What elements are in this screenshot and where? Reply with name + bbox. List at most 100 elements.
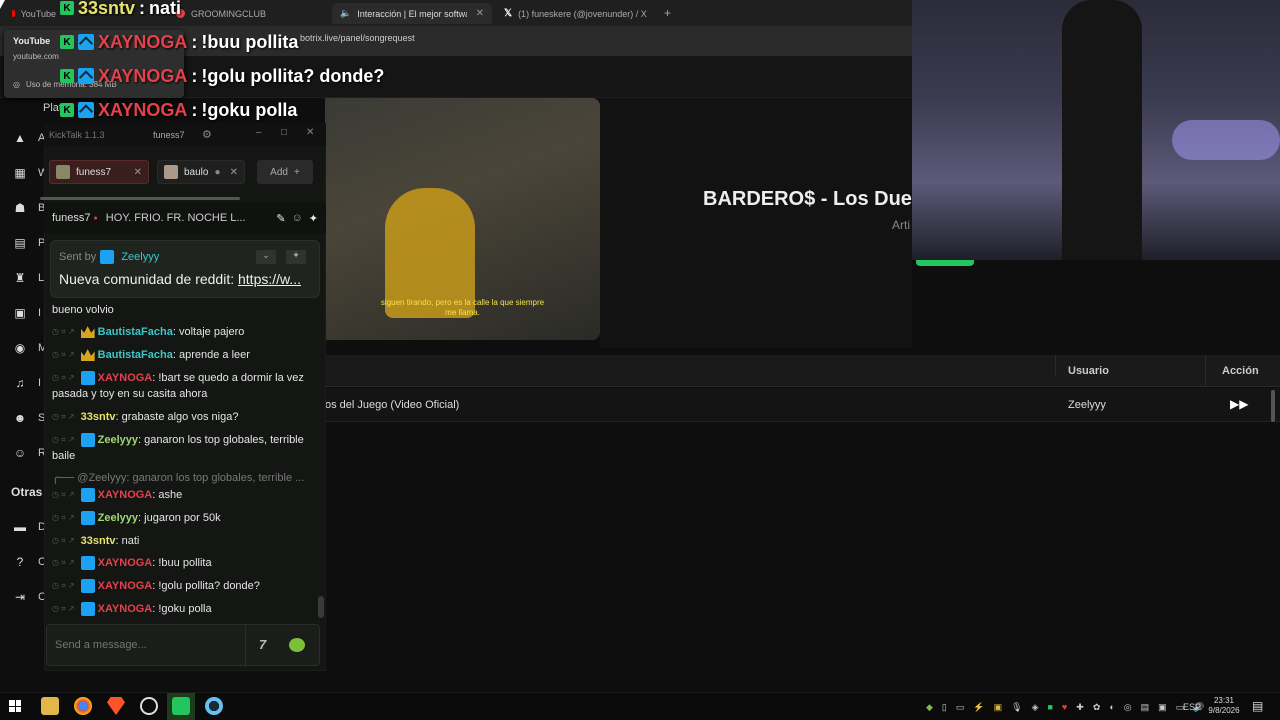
tray-icon[interactable]: ▤ xyxy=(1141,702,1150,713)
clock-date: 9/8/2026 xyxy=(1208,706,1240,715)
url-field[interactable]: botrix.live/panel/songrequest xyxy=(300,33,415,43)
tray-icon[interactable]: ✿ xyxy=(1093,702,1101,713)
emoji-picker-icon[interactable] xyxy=(289,638,305,652)
live-dot-icon: ● xyxy=(214,166,221,178)
message-actions[interactable]: ◷ ⌗ ↗ xyxy=(52,533,75,549)
tray-icon[interactable]: ⚡ xyxy=(973,702,984,713)
song-title: BARDERO$ - Los Dueñ xyxy=(703,188,912,210)
message-user[interactable]: XAYNOGA xyxy=(98,489,153,501)
message-user[interactable]: Zeelyyy xyxy=(98,512,138,524)
chat-message-input[interactable] xyxy=(55,635,235,655)
info-icon: ▣ xyxy=(14,306,26,320)
message-user[interactable]: BautistaFacha xyxy=(98,349,173,361)
pushpin-icon[interactable]: ✦ xyxy=(309,212,318,225)
message-user[interactable]: Zeelyyy xyxy=(98,434,138,446)
tab-groomingclub[interactable]: GROOMINGCLUB xyxy=(168,3,328,24)
tray-icon[interactable]: ▣ xyxy=(994,702,1003,713)
tray-icon[interactable]: ◎ xyxy=(1124,702,1132,713)
overlay-chat-line: K 33sntv: nati xyxy=(60,0,181,22)
webcam-light xyxy=(1172,120,1280,160)
message-user[interactable]: XAYNOGA xyxy=(98,557,153,569)
gamepad-icon: ◉ xyxy=(14,341,26,355)
kicktalk-icon[interactable] xyxy=(172,697,190,715)
settings-gear-icon[interactable]: ⚙ xyxy=(202,128,212,141)
obs-icon[interactable] xyxy=(140,697,158,715)
tab-youtube[interactable]: YouTube xyxy=(4,3,64,24)
video-player[interactable]: siguen tirando, pero es la calle la que … xyxy=(325,98,600,340)
bot-badge-icon xyxy=(78,34,94,50)
message-actions[interactable]: ◷ ⌗ ↗ xyxy=(52,487,75,503)
pinned-message: Sent by Zeelyyy ⌄ ✦ Nueva comunidad de r… xyxy=(50,240,320,298)
tray-icon[interactable]: ▯ xyxy=(942,702,947,713)
close-tab-icon[interactable]: ✕ xyxy=(134,167,142,178)
language-indicator[interactable]: ESP xyxy=(1183,702,1201,712)
tray-icon[interactable]: 🎙 xyxy=(1011,702,1022,713)
close-tab-icon[interactable]: ✕ xyxy=(476,8,484,19)
tab-scrollbar[interactable] xyxy=(40,197,240,200)
add-chat-button[interactable]: Add + xyxy=(257,160,313,184)
new-tab-button[interactable]: + xyxy=(664,6,671,20)
subtitle-line: siguen tirando, pero es la calle la que … xyxy=(380,298,545,307)
bot-badge-icon xyxy=(80,371,95,386)
message-user[interactable]: BautistaFacha xyxy=(98,326,173,338)
maximize-icon[interactable]: □ xyxy=(281,127,287,138)
chat-tab-baulo[interactable]: baulo ● ✕ xyxy=(157,160,245,184)
message-user[interactable]: XAYNOGA xyxy=(98,580,153,592)
close-tab-icon[interactable]: ✕ xyxy=(230,167,238,178)
minimize-icon[interactable]: – xyxy=(256,127,262,138)
tray-icon[interactable]: ■ xyxy=(1047,702,1052,713)
message-actions[interactable]: ◷ ⌗ ↗ xyxy=(52,601,75,617)
message-actions[interactable]: ◷ ⌗ ↗ xyxy=(52,432,75,448)
message-actions[interactable]: ◷ ⌗ ↗ xyxy=(52,347,75,363)
table-scrollbar[interactable] xyxy=(1271,390,1275,422)
pinned-link[interactable]: https://w... xyxy=(238,271,301,287)
reply-preview[interactable]: ╭── @Zeelyyy: ganaron los top globales, … xyxy=(52,470,316,486)
pin-icon[interactable]: ✎ xyxy=(276,212,285,225)
close-window-icon[interactable]: ✕ xyxy=(306,127,314,138)
reply-text: @Zeelyyy: ganaron los top globales, terr… xyxy=(77,472,305,484)
bot-badge-icon xyxy=(100,250,115,264)
kick-emote-icon[interactable]: 7 xyxy=(259,637,266,652)
skip-forward-icon[interactable]: ▶▶ xyxy=(1230,397,1248,411)
message-actions[interactable]: ◷ ⌗ ↗ xyxy=(52,555,75,571)
tray-icon[interactable]: ✚ xyxy=(1076,702,1084,713)
chrome-icon[interactable] xyxy=(74,697,92,715)
chat-tab-funess7[interactable]: funess7 ✕ xyxy=(49,160,149,184)
tab-interaccion[interactable]: 🔈 Interacción | El mejor softwa ✕ xyxy=(332,3,492,24)
unpin-icon[interactable]: ✦ xyxy=(286,250,306,264)
message-text: aprende a leer xyxy=(178,349,250,361)
clock[interactable]: 23:31 9/8/2026 xyxy=(1204,696,1244,716)
message-user[interactable]: XAYNOGA xyxy=(98,372,153,384)
current-user[interactable]: funess7 xyxy=(153,130,185,140)
tray-icon[interactable]: ♥ xyxy=(1062,702,1067,713)
chat-scrollbar[interactable] xyxy=(318,596,324,618)
user-icon[interactable]: ☺ xyxy=(292,212,303,224)
windows-start-icon[interactable] xyxy=(9,700,21,712)
stream-channel: funess7 xyxy=(52,212,91,224)
steam-icon[interactable] xyxy=(205,697,223,715)
chat-message: ◷ ⌗ ↗ XAYNOGA: !buu pollita xyxy=(52,555,316,571)
message-actions[interactable]: ◷ ⌗ ↗ xyxy=(52,324,75,340)
message-user[interactable]: 33sntv xyxy=(81,411,116,423)
chat-tab-label: baulo xyxy=(184,166,209,178)
stream-info-bar: funess7 ● HOY. FRIO. FR. NOCHE L... ✎ ☺ … xyxy=(44,203,326,233)
expand-chevron-icon[interactable]: ⌄ xyxy=(256,250,276,264)
tab-x[interactable]: 𝕏 (1) funeskere (@jovenunder) / X xyxy=(496,3,656,24)
file-explorer-icon[interactable] xyxy=(41,697,59,715)
tray-icon[interactable]: ▣ xyxy=(1158,702,1167,713)
tray-icon[interactable]: ◐ xyxy=(1109,702,1114,713)
message-text: voltaje pajero xyxy=(178,326,245,338)
message-actions[interactable]: ◷ ⌗ ↗ xyxy=(52,409,75,425)
message-text: ashe xyxy=(158,489,183,501)
tray-icon[interactable]: ◈ xyxy=(1032,702,1039,713)
tray-icon[interactable]: ◆ xyxy=(926,702,933,713)
message-user[interactable]: 33sntv xyxy=(81,535,116,547)
tray-icon[interactable]: ▭ xyxy=(956,702,965,713)
notification-icon[interactable]: ▤ xyxy=(1252,699,1263,713)
message-actions[interactable]: ◷ ⌗ ↗ xyxy=(52,510,75,526)
message-actions[interactable]: ◷ ⌗ ↗ xyxy=(52,578,75,594)
system-tray-icons[interactable]: ◆ ▯ ▭ ⚡ ▣ 🎙 ◈ ■ ♥ ✚ ✿ ◐ ◎ ▤ ▣ ▭ 🔊 xyxy=(926,702,1204,713)
message-actions[interactable]: ◷ ⌗ ↗ xyxy=(52,370,75,386)
bot-badge-icon xyxy=(80,602,95,617)
message-user[interactable]: XAYNOGA xyxy=(98,603,153,615)
